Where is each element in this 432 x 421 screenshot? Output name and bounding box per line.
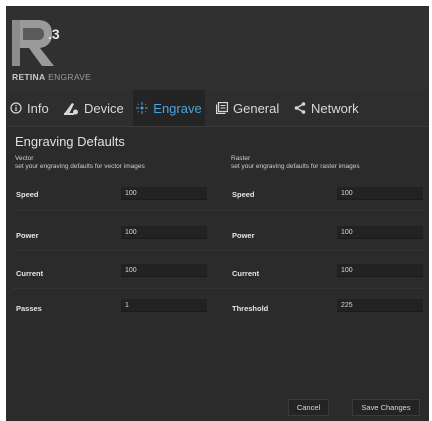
tab-info[interactable]: Info <box>6 90 59 126</box>
raster-current-input[interactable] <box>337 264 423 277</box>
raster-power-label: Power <box>232 231 255 240</box>
save-changes-button[interactable]: Save Changes <box>352 399 420 416</box>
divider <box>13 250 423 251</box>
vector-heading: Vector set your engraving defaults for v… <box>15 155 145 170</box>
tab-device[interactable]: Device <box>63 90 133 126</box>
vector-passes-input[interactable] <box>121 299 207 312</box>
brand-name: RETINA ENGRAVE <box>12 72 91 82</box>
engraving-defaults-panel: Engraving Defaults Vector set your engra… <box>6 127 429 421</box>
tab-engrave-label: Engrave <box>153 100 202 116</box>
raster-threshold-input[interactable] <box>337 299 423 312</box>
engrave-icon <box>136 102 149 114</box>
divider <box>13 288 423 289</box>
vector-speed-label: Speed <box>16 190 39 199</box>
tab-bar: Info Device Engrave General Network <box>6 90 429 127</box>
vector-power-label: Power <box>16 231 39 240</box>
tab-network[interactable]: Network <box>294 90 374 126</box>
tab-device-label: Device <box>84 100 124 116</box>
divider <box>13 210 423 211</box>
brand-name-bold: RETINA <box>12 72 46 82</box>
raster-heading: Raster set your engraving defaults for r… <box>231 155 360 170</box>
info-icon <box>10 102 22 114</box>
brand-name-light: ENGRAVE <box>45 72 92 82</box>
vector-speed-input[interactable] <box>121 187 207 200</box>
header: .3 RETINA ENGRAVE <box>6 6 429 90</box>
vector-title: Vector <box>15 155 34 162</box>
general-icon <box>216 102 228 114</box>
version-label: .3 <box>48 26 60 42</box>
raster-threshold-label: Threshold <box>232 304 269 313</box>
raster-subtitle: set your engraving defaults for raster i… <box>231 162 360 170</box>
vector-current-input[interactable] <box>121 264 207 277</box>
raster-title: Raster <box>231 155 251 162</box>
section-title: Engraving Defaults <box>15 134 125 149</box>
raster-current-label: Current <box>232 269 260 278</box>
share-icon <box>294 102 306 114</box>
raster-speed-input[interactable] <box>337 187 423 200</box>
vector-current-label: Current <box>16 269 44 278</box>
vector-subtitle: set your engraving defaults for vector i… <box>15 162 145 170</box>
tab-general[interactable]: General <box>216 90 288 126</box>
app-window: .3 RETINA ENGRAVE Info Device Engrave Ge… <box>6 6 429 421</box>
tab-engrave[interactable]: Engrave <box>133 90 205 126</box>
tab-network-label: Network <box>311 100 359 116</box>
tab-info-label: Info <box>27 100 49 116</box>
vector-passes-label: Passes <box>16 304 42 313</box>
tab-general-label: General <box>233 100 280 116</box>
raster-power-input[interactable] <box>337 226 423 239</box>
device-icon <box>63 102 79 115</box>
vector-power-input[interactable] <box>121 226 207 239</box>
raster-speed-label: Speed <box>232 190 255 199</box>
cancel-button[interactable]: Cancel <box>288 399 329 416</box>
